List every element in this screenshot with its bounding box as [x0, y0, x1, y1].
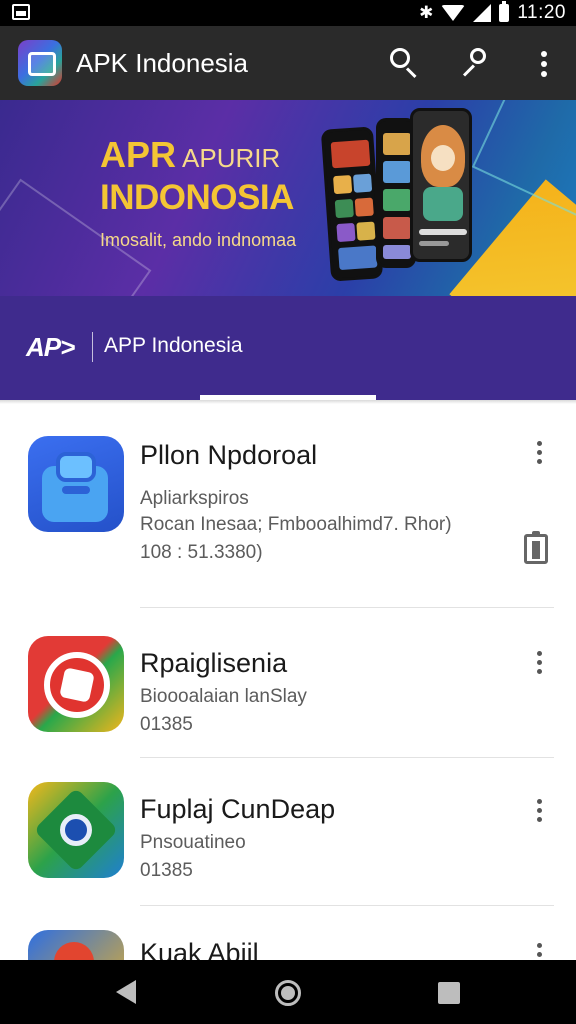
hero-headline-thin: APURIR [182, 143, 281, 173]
tab-strip: AP> APP Indonesia [0, 296, 576, 400]
tab-divider [92, 332, 93, 362]
fox-mascot-image [421, 125, 465, 187]
item-more-icon[interactable] [528, 438, 552, 472]
more-vert-icon[interactable] [526, 44, 562, 82]
app-name: Pllon Npdoroal [140, 440, 318, 470]
app-name: Kuak Abiil [140, 938, 259, 960]
app-icon [28, 782, 124, 878]
navigation-bar [0, 960, 576, 1024]
bluetooth-icon: ✱ [419, 3, 434, 23]
app-developer: Pnsouatineo [140, 832, 246, 853]
list-item[interactable]: Kuak Abiil [0, 906, 576, 960]
app-developer: Apliarkspiros [140, 488, 249, 509]
app-logo-icon [18, 40, 62, 86]
app-name: Fuplaj CunDeap [140, 794, 336, 824]
status-bar: ✱ 11:20 [0, 0, 576, 26]
item-more-icon[interactable] [528, 796, 552, 830]
app-stats: 108 : 51.3380) [140, 542, 263, 563]
app-developer: Bioooalaian lanSlay [140, 686, 307, 707]
app-list: Pllon Npdoroal Apliarkspiros Rocan Inesa… [0, 404, 576, 960]
signal-icon [473, 4, 492, 22]
list-item[interactable]: Pllon Npdoroal Apliarkspiros Rocan Inesa… [0, 404, 576, 608]
wifi-icon [441, 5, 466, 21]
app-stats: 01385 [140, 714, 193, 735]
hero-banner[interactable]: APR APURIR INDONOSIA Imosalit, ando indno… [0, 100, 576, 296]
hero-subhead: INDONOSIA [100, 178, 294, 217]
clipboard-icon[interactable] [524, 531, 548, 564]
list-item[interactable]: Fuplaj CunDeap Pnsouatineo 01385 [0, 758, 576, 906]
battery-icon [499, 1, 510, 22]
back-icon[interactable] [116, 980, 136, 1004]
app-icon [28, 930, 124, 960]
app-bar: APK Indonesia [0, 26, 576, 100]
hero-headline: APR APURIR [100, 134, 280, 176]
item-more-icon[interactable] [528, 940, 552, 960]
screen: ✱ 11:20 APK Indonesia APR APURIR INDONOSI… [0, 0, 576, 1024]
status-time: 11:20 [517, 2, 566, 23]
hero-headline-bold: APR [100, 134, 177, 175]
app-name: Rpaiglisenia [140, 648, 288, 678]
item-more-icon[interactable] [528, 648, 552, 682]
phone-mockup-1 [320, 126, 384, 282]
home-icon[interactable] [275, 980, 301, 1006]
app-stats: 01385 [140, 860, 193, 881]
tab-logo: AP> [26, 332, 75, 362]
recents-icon[interactable] [438, 982, 460, 1004]
key-icon[interactable] [458, 44, 494, 82]
phone-mockup-3 [410, 108, 472, 262]
list-item[interactable]: Rpaiglisenia Bioooalaian lanSlay 01385 [0, 608, 576, 758]
app-icon [28, 436, 124, 532]
gallery-notification-icon [12, 4, 30, 20]
search-icon[interactable] [386, 44, 422, 82]
app-icon [28, 636, 124, 732]
app-title: APK Indonesia [76, 48, 249, 78]
tab-app-indonesia[interactable]: APP Indonesia [104, 334, 243, 358]
status-icons: ✱ 11:20 [419, 1, 566, 25]
hero-tagline: Imosalit, ando indnomaa [100, 230, 297, 250]
app-description: Rocan Inesaa; Fmbooalhimd7. Rhor) [140, 514, 452, 535]
